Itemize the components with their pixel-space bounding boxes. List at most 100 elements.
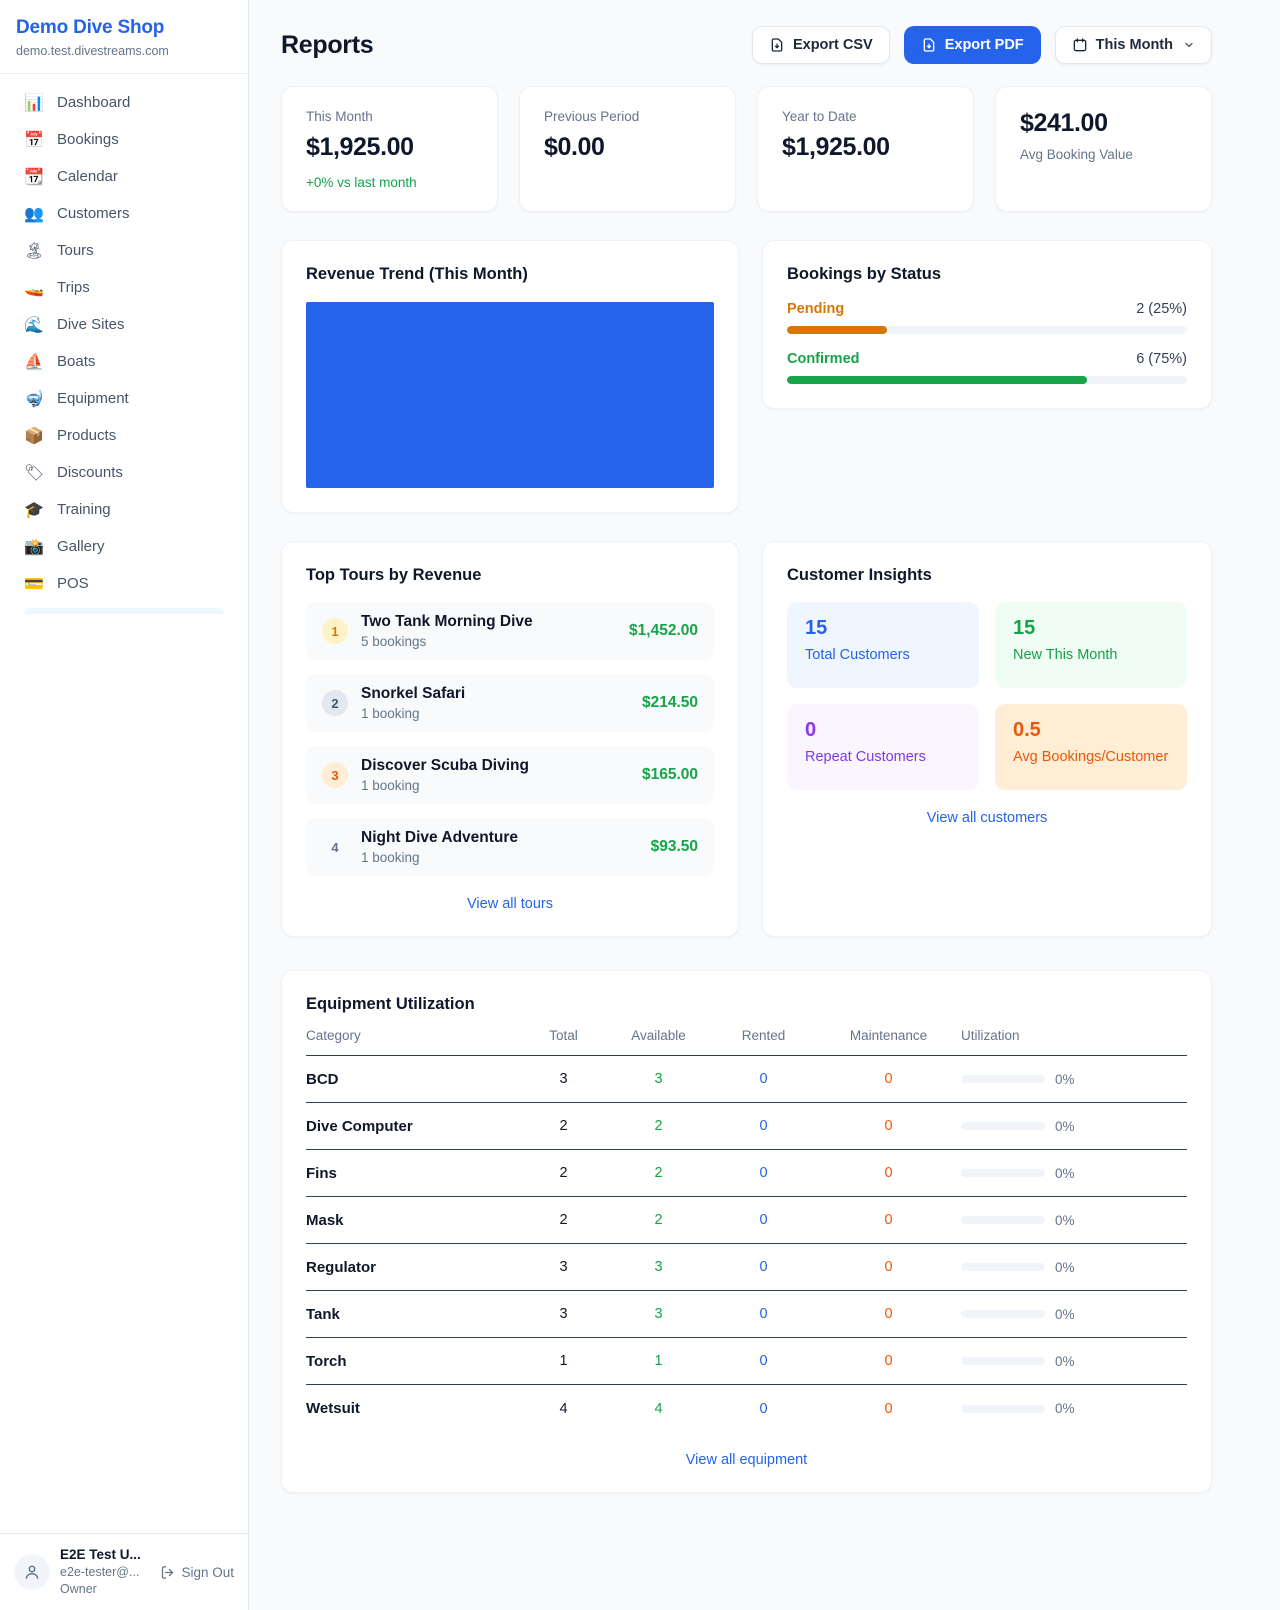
available-cell: 3 [606, 1071, 711, 1087]
tile-value: 15 [1013, 617, 1169, 640]
sidebar-item-training[interactable]: 🎓 Training [12, 491, 236, 528]
sidebar-item-pos[interactable]: 💳 POS [12, 565, 236, 602]
sidebar-header: Demo Dive Shop demo.test.divestreams.com [0, 0, 248, 74]
header-actions: Export CSV Export PDF This Month [752, 26, 1212, 64]
tile-value: 0 [805, 719, 961, 742]
tour-row: 1 Two Tank Morning Dive 5 bookings $1,45… [306, 602, 714, 660]
table-row: Wetsuit 4 4 0 0 0% [306, 1385, 1187, 1432]
total-cell: 2 [521, 1165, 606, 1181]
sidebar-item-products[interactable]: 📦 Products [12, 417, 236, 454]
sidebar-item-discounts[interactable]: 🏷 Discounts [12, 454, 236, 491]
insight-tiles: 15 Total Customers 15 New This Month 0 R… [787, 602, 1187, 790]
status-label: Pending [787, 301, 844, 317]
export-pdf-button[interactable]: Export PDF [904, 26, 1041, 64]
available-cell: 1 [606, 1353, 711, 1369]
utilization-bar [961, 1357, 1045, 1365]
available-cell: 3 [606, 1259, 711, 1275]
period-dropdown[interactable]: This Month [1055, 26, 1212, 64]
progress-track [787, 326, 1187, 334]
total-cell: 3 [521, 1259, 606, 1275]
column-header: Rented [711, 1028, 816, 1043]
sidebar-item-equipment[interactable]: 🤿 Equipment [12, 380, 236, 417]
utilization-bar [961, 1122, 1045, 1130]
stat-card-previous-period: Previous Period $0.00 [519, 86, 736, 212]
main-content: Reports Export CSV Export PDF [249, 0, 1280, 1610]
user-email: e2e-tester@... [60, 1564, 141, 1581]
sidebar-item-label: Discounts [57, 464, 123, 481]
utilization-cell: 0% [961, 1401, 1187, 1416]
export-csv-button[interactable]: Export CSV [752, 26, 890, 64]
sidebar-item-active-partial[interactable] [24, 608, 224, 614]
package-icon: 📦 [24, 428, 44, 444]
revenue-trend-card: Revenue Trend (This Month) [281, 240, 739, 513]
maintenance-cell: 0 [816, 1353, 961, 1369]
tile-repeat-customers: 0 Repeat Customers [787, 704, 979, 790]
people-icon: 👥 [24, 206, 44, 222]
maintenance-cell: 0 [816, 1165, 961, 1181]
shop-domain: demo.test.divestreams.com [16, 44, 232, 58]
rented-cell: 0 [711, 1165, 816, 1181]
sidebar-item-gallery[interactable]: 📸 Gallery [12, 528, 236, 565]
utilization-bar [961, 1263, 1045, 1271]
status-row-pending: Pending 2 (25%) [787, 301, 1187, 334]
bookings-by-status-card: Bookings by Status Pending 2 (25%) Confi… [762, 240, 1212, 409]
sidebar-item-label: POS [57, 575, 89, 592]
tile-total-customers: 15 Total Customers [787, 602, 979, 688]
sidebar-item-dashboard[interactable]: 📊 Dashboard [12, 84, 236, 121]
sidebar-item-calendar[interactable]: 📆 Calendar [12, 158, 236, 195]
equipment-category: Dive Computer [306, 1118, 521, 1135]
tour-revenue: $1,452.00 [629, 622, 698, 640]
status-label: Confirmed [787, 351, 860, 367]
sidebar-item-label: Calendar [57, 168, 118, 185]
utilization-percent: 0% [1055, 1213, 1075, 1228]
bar-chart-icon: 📊 [24, 95, 44, 111]
tour-bookings: 1 booking [361, 850, 518, 865]
sidebar-nav: 📊 Dashboard 📅 Bookings 📆 Calendar 👥 Cust… [0, 74, 248, 1533]
sign-out-button[interactable]: Sign Out [160, 1565, 234, 1580]
available-cell: 3 [606, 1306, 711, 1322]
sidebar-item-label: Dive Sites [57, 316, 125, 333]
rented-cell: 0 [711, 1353, 816, 1369]
sidebar-item-customers[interactable]: 👥 Customers [12, 195, 236, 232]
tour-revenue: $214.50 [642, 694, 698, 712]
equipment-category: Wetsuit [306, 1400, 521, 1417]
log-out-icon [160, 1565, 175, 1580]
stat-label: Avg Booking Value [1020, 147, 1187, 162]
customer-insights-card: Customer Insights 15 Total Customers 15 … [762, 541, 1212, 937]
stat-change: +0% vs last month [306, 175, 473, 190]
sidebar-item-tours[interactable]: 🏝 Tours [12, 232, 236, 269]
view-all-customers-link[interactable]: View all customers [787, 810, 1187, 826]
sidebar-item-dive-sites[interactable]: 🌊 Dive Sites [12, 306, 236, 343]
customer-insights-title: Customer Insights [787, 566, 1187, 585]
equipment-table-header: Category Total Available Rented Maintena… [306, 1028, 1187, 1056]
utilization-percent: 0% [1055, 1354, 1075, 1369]
status-count: 2 (25%) [1136, 301, 1187, 317]
progress-fill [787, 376, 1087, 384]
view-all-equipment-link[interactable]: View all equipment [306, 1452, 1187, 1468]
rank-badge: 4 [322, 834, 348, 860]
export-pdf-label: Export PDF [945, 37, 1024, 53]
table-row: Tank 3 3 0 0 0% [306, 1291, 1187, 1338]
sidebar-item-label: Dashboard [57, 94, 130, 111]
sidebar-item-boats[interactable]: ⛵ Boats [12, 343, 236, 380]
person-icon [23, 1563, 41, 1581]
sidebar-item-bookings[interactable]: 📅 Bookings [12, 121, 236, 158]
top-tours-title: Top Tours by Revenue [306, 566, 714, 585]
stat-label: Year to Date [782, 109, 949, 124]
user-role: Owner [60, 1581, 141, 1598]
sidebar-item-label: Boats [57, 353, 95, 370]
stat-card-this-month: This Month $1,925.00 +0% vs last month [281, 86, 498, 212]
view-all-tours-link[interactable]: View all tours [306, 896, 714, 912]
available-cell: 2 [606, 1165, 711, 1181]
page-title: Reports [281, 31, 373, 60]
tour-name: Snorkel Safari [361, 685, 465, 703]
available-cell: 4 [606, 1401, 711, 1417]
tile-new-this-month: 15 New This Month [995, 602, 1187, 688]
tour-name: Night Dive Adventure [361, 829, 518, 847]
sidebar-item-trips[interactable]: 🚤 Trips [12, 269, 236, 306]
column-header: Utilization [961, 1028, 1187, 1043]
shop-name: Demo Dive Shop [16, 17, 232, 39]
maintenance-cell: 0 [816, 1118, 961, 1134]
sidebar-item-label: Equipment [57, 390, 129, 407]
progress-fill [787, 326, 887, 334]
